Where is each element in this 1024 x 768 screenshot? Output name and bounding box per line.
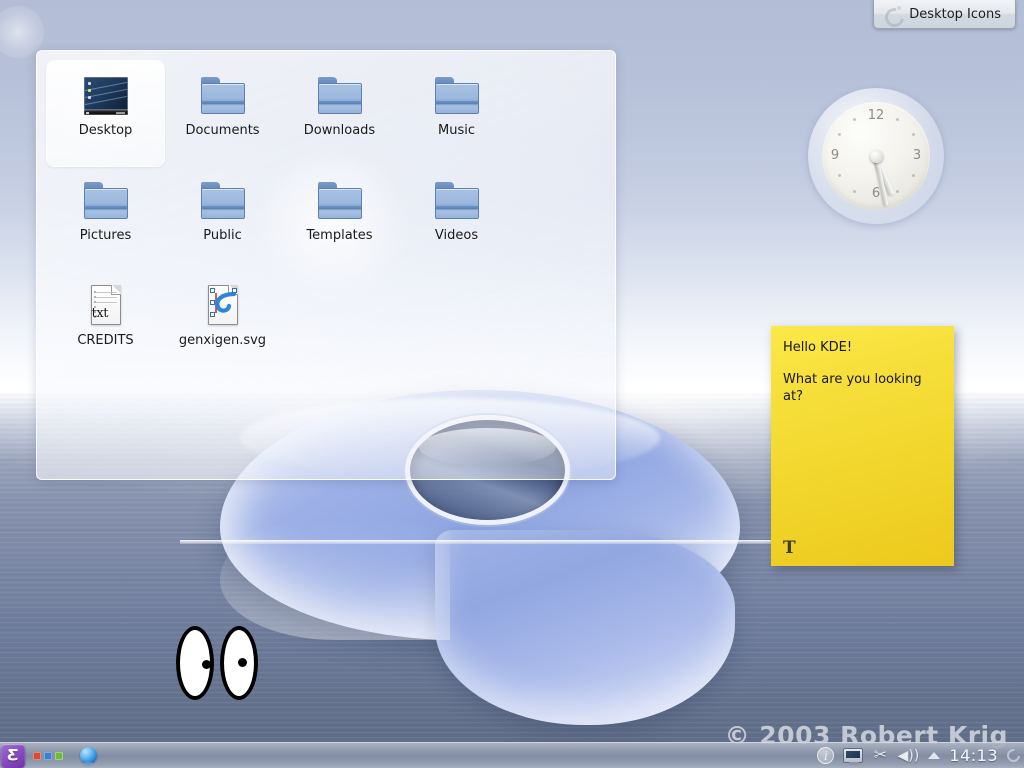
folder-view-item-label: Music: [438, 124, 475, 138]
folder-icon: [316, 73, 364, 117]
folder-icon: [433, 73, 481, 117]
desktop[interactable]: © 2003 Robert Krig Desktop Icons Desktop…: [0, 0, 1024, 768]
folder-icon: [199, 178, 247, 222]
folder-icon: [82, 178, 130, 222]
folder-view-item-videos[interactable]: Videos: [398, 166, 515, 271]
task-konqueror[interactable]: [75, 745, 101, 767]
folder-view-applet[interactable]: Desktop Documents Downloads Music Pictur…: [36, 50, 616, 480]
clock-numeral-3: 3: [912, 148, 922, 163]
svg-file-icon: [199, 283, 247, 327]
kde-logo-icon: Ʒ: [7, 746, 19, 764]
folder-icon: [316, 178, 364, 222]
clock-numeral-9: 9: [830, 148, 840, 163]
virtual-desktop-pager[interactable]: [33, 751, 63, 760]
folder-view-item-label: CREDITS: [77, 334, 134, 348]
folder-view-icon: [884, 5, 902, 23]
folder-view-item-documents[interactable]: Documents: [164, 61, 281, 166]
folder-view-item-public[interactable]: Public: [164, 166, 281, 271]
globe-icon: [79, 747, 97, 767]
speaker-icon[interactable]: ◀)): [897, 748, 920, 764]
grid-spacer: [515, 166, 632, 271]
grid-spacer: [515, 61, 632, 166]
sticky-note-line: What are you looking at?: [783, 372, 922, 404]
sticky-note-body[interactable]: Hello KDE! What are you looking at?: [771, 326, 954, 405]
folder-view-item-templates[interactable]: Templates: [281, 166, 398, 271]
folder-view-item-label: Documents: [185, 124, 260, 138]
task-manager[interactable]: [75, 745, 817, 767]
desktop-icons-button[interactable]: Desktop Icons: [873, 0, 1016, 29]
wallpaper-eye-pupil: [202, 660, 211, 669]
wallpaper-eye-pupil: [238, 658, 247, 667]
wallpaper-eyes: [176, 626, 262, 702]
folder-view-item-label: Pictures: [79, 229, 132, 243]
folder-view-item-label: Videos: [434, 229, 479, 243]
folder-view-item-desktop[interactable]: Desktop: [47, 61, 164, 166]
analog-clock-widget[interactable]: 12 3 6 9: [808, 88, 944, 224]
folder-icon: [199, 73, 247, 117]
taskbar-panel[interactable]: Ʒ i ✂ ◀)) 14:13: [0, 742, 1024, 768]
folder-view-item-credits[interactable]: txt CREDITS: [47, 271, 164, 376]
text-file-icon: txt: [82, 283, 130, 327]
folder-view-item-label: Downloads: [303, 124, 376, 138]
folder-view-grid: Desktop Documents Downloads Music Pictur…: [47, 61, 605, 376]
digital-clock[interactable]: 14:13: [949, 746, 998, 765]
arrow-up-icon[interactable]: [928, 752, 941, 759]
clock-face: 12 3 6 9: [822, 102, 930, 210]
scissors-icon[interactable]: ✂: [872, 747, 888, 764]
folder-view-item-music[interactable]: Music: [398, 61, 515, 166]
clock-hub: [869, 149, 883, 163]
desktop-icons-label: Desktop Icons: [909, 6, 1001, 22]
sticky-note-line: Hello KDE!: [783, 340, 853, 355]
text-format-icon[interactable]: T: [783, 540, 796, 557]
pager-desktop-2[interactable]: [44, 751, 52, 760]
system-tray[interactable]: i ✂ ◀)) 14:13: [817, 746, 1023, 765]
folder-icon: [433, 178, 481, 222]
sticky-note-widget[interactable]: Hello KDE! What are you looking at? T: [771, 326, 954, 566]
info-icon[interactable]: i: [817, 747, 835, 764]
toggle-desktop-icon[interactable]: [1004, 746, 1023, 765]
pager-desktop-1[interactable]: [33, 751, 41, 760]
desktop-preview-icon: [82, 73, 130, 117]
clock-numeral-12: 12: [867, 108, 885, 123]
display-icon[interactable]: [843, 748, 864, 765]
folder-view-item-downloads[interactable]: Downloads: [281, 61, 398, 166]
file-type-tag: txt: [91, 306, 109, 321]
folder-view-item-label: Public: [203, 229, 242, 243]
folder-view-item-label: Templates: [306, 229, 373, 243]
folder-view-item-genxigen-svg[interactable]: genxigen.svg: [164, 271, 281, 376]
folder-view-item-label: Desktop: [78, 124, 133, 138]
folder-view-item-label: genxigen.svg: [178, 334, 267, 348]
pager-desktop-3[interactable]: [55, 751, 63, 760]
folder-view-item-pictures[interactable]: Pictures: [47, 166, 164, 271]
kde-launcher-button[interactable]: Ʒ: [1, 743, 25, 768]
